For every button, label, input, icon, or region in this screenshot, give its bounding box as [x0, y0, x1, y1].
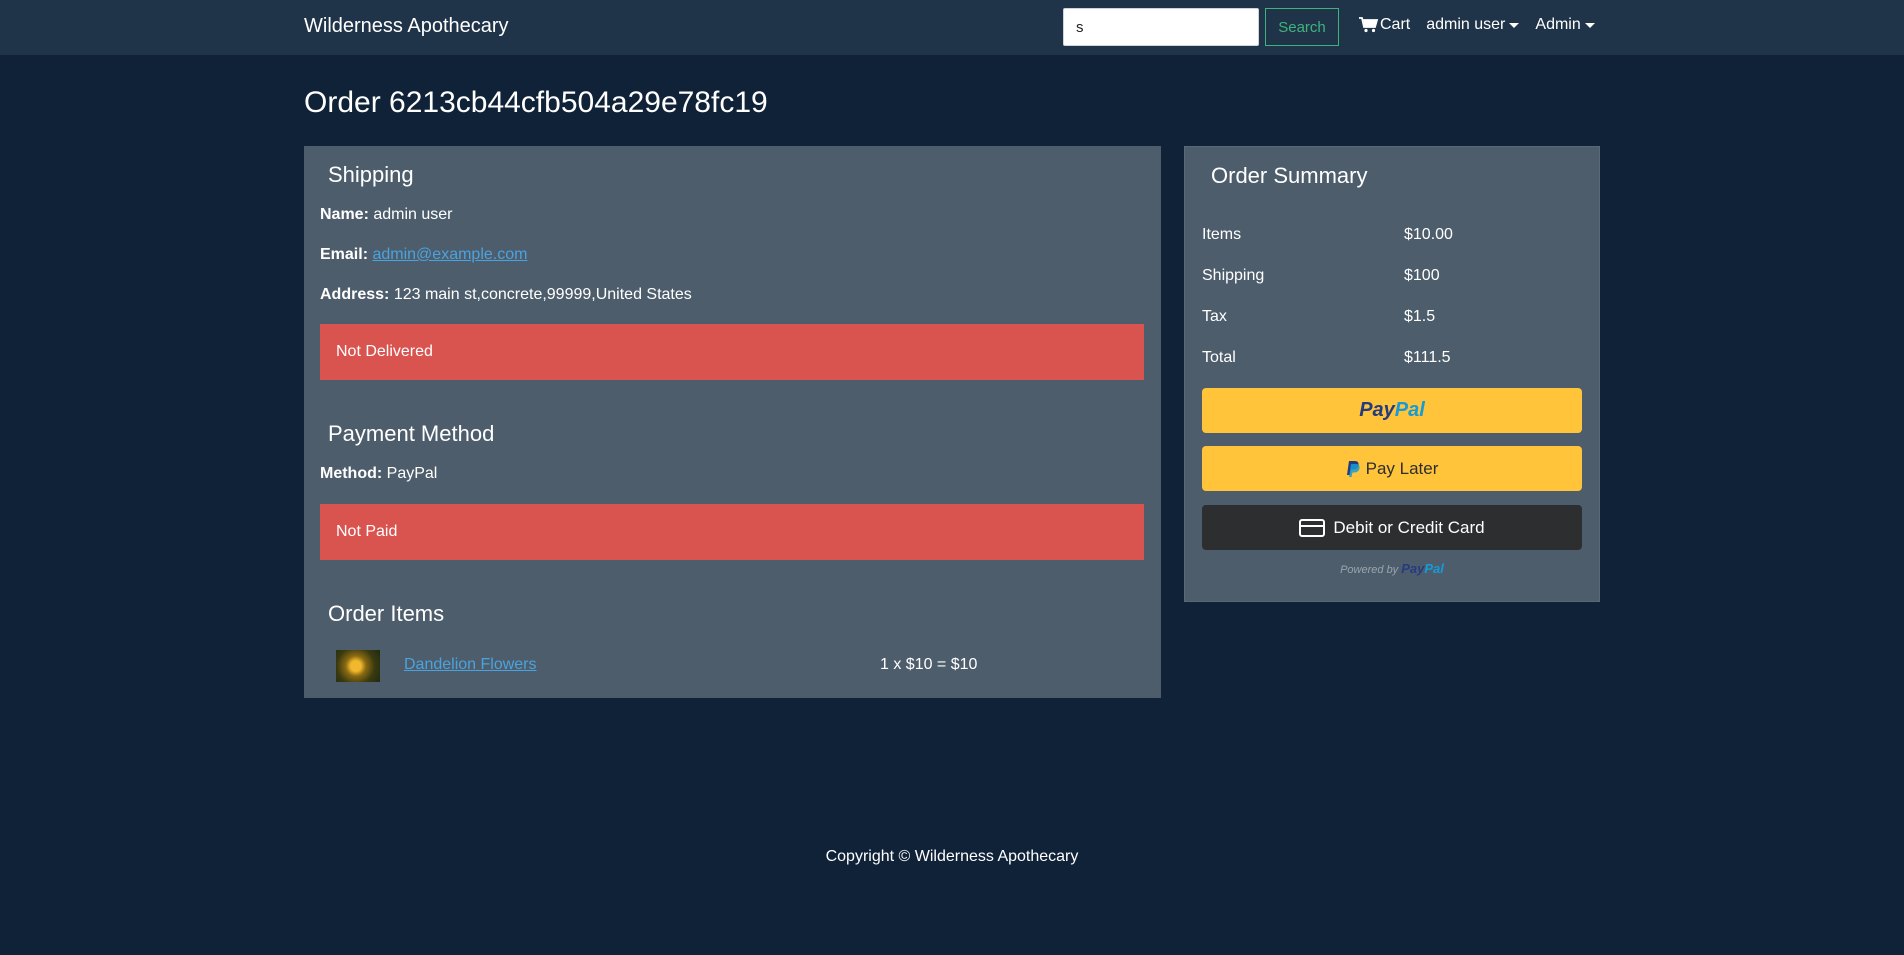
address-value: 123 main st,concrete,99999,United States — [393, 286, 692, 303]
admin-menu-dropdown[interactable]: Admin — [1535, 16, 1595, 34]
method-label: Method: — [320, 465, 383, 482]
order-details-card: Shipping Name: admin user Email: admin@e… — [304, 146, 1161, 698]
list-item: Dandelion Flowers 1 x $10 = $10 — [320, 645, 1144, 685]
summary-value: $100 — [1404, 267, 1440, 284]
shipping-address: Address: 123 main st,concrete,99999,Unit… — [320, 286, 692, 304]
email-label: Email: — [320, 246, 369, 263]
summary-row-items: Items $10.00 — [1202, 226, 1582, 244]
summary-label: Total — [1202, 349, 1236, 366]
paypal-button[interactable]: PayPal — [1202, 388, 1582, 433]
paypal-p-icon — [1346, 460, 1360, 477]
debit-credit-card-button[interactable]: Debit or Credit Card — [1202, 505, 1582, 550]
payment-status-alert: Not Paid — [320, 504, 1144, 560]
method-value: PayPal — [386, 465, 438, 482]
summary-label: Shipping — [1202, 267, 1265, 284]
user-menu-dropdown[interactable]: admin user — [1426, 16, 1520, 34]
summary-value: $10.00 — [1404, 226, 1453, 243]
top-navbar: Wilderness Apothecary Search Cart admin … — [0, 0, 1904, 55]
shipping-heading: Shipping — [328, 162, 414, 187]
summary-value: $111.5 — [1404, 349, 1451, 366]
name-value: admin user — [373, 206, 453, 223]
summary-value: $1.5 — [1404, 308, 1436, 325]
order-summary-heading: Order Summary — [1211, 163, 1368, 188]
brand-link[interactable]: Wilderness Apothecary — [304, 15, 509, 38]
summary-row-tax: Tax $1.5 — [1202, 308, 1582, 326]
summary-label: Tax — [1202, 308, 1227, 325]
cart-link[interactable]: Cart — [1359, 16, 1410, 34]
payment-method-heading: Payment Method — [328, 421, 495, 446]
user-menu-label: admin user — [1426, 16, 1506, 33]
paypal-logo-icon: PayPal — [1359, 399, 1425, 421]
shipping-name: Name: admin user — [320, 206, 453, 224]
payment-method: Method: PayPal — [320, 465, 437, 483]
chevron-down-icon — [1584, 22, 1595, 28]
cart-icon — [1359, 17, 1379, 33]
delivery-status-alert: Not Delivered — [320, 324, 1144, 380]
order-summary-card: Order Summary Items $10.00 Shipping $100… — [1184, 146, 1600, 602]
credit-card-icon — [1299, 518, 1326, 537]
summary-row-total: Total $111.5 — [1202, 349, 1582, 367]
order-items-heading: Order Items — [328, 601, 445, 626]
summary-label: Items — [1202, 226, 1242, 243]
card-button-label: Debit or Credit Card — [1333, 517, 1485, 537]
powered-by-paypal: Powered by PayPal — [1340, 561, 1444, 576]
admin-menu-label: Admin — [1535, 16, 1581, 33]
product-image — [336, 650, 380, 682]
pay-later-button[interactable]: Pay Later — [1202, 446, 1582, 491]
name-label: Name: — [320, 206, 369, 223]
shipping-email: Email: admin@example.com — [320, 246, 527, 264]
chevron-down-icon — [1509, 22, 1520, 28]
footer-copyright: Copyright © Wilderness Apothecary — [825, 848, 1079, 865]
product-link[interactable]: Dandelion Flowers — [404, 656, 537, 674]
pay-later-label: Pay Later — [1365, 458, 1439, 478]
search-input[interactable] — [1063, 8, 1259, 46]
page-title: Order 6213cb44cfb504a29e78fc19 — [304, 86, 768, 119]
paypal-logo-icon: PayPal — [1401, 561, 1444, 576]
nav-links: Cart admin user Admin — [1359, 16, 1611, 34]
item-quantity-price: 1 x $10 = $10 — [880, 656, 978, 673]
email-link[interactable]: admin@example.com — [372, 246, 527, 263]
search-button[interactable]: Search — [1265, 8, 1339, 46]
summary-row-shipping: Shipping $100 — [1202, 267, 1582, 285]
cart-label: Cart — [1380, 16, 1411, 33]
address-label: Address: — [320, 286, 390, 303]
